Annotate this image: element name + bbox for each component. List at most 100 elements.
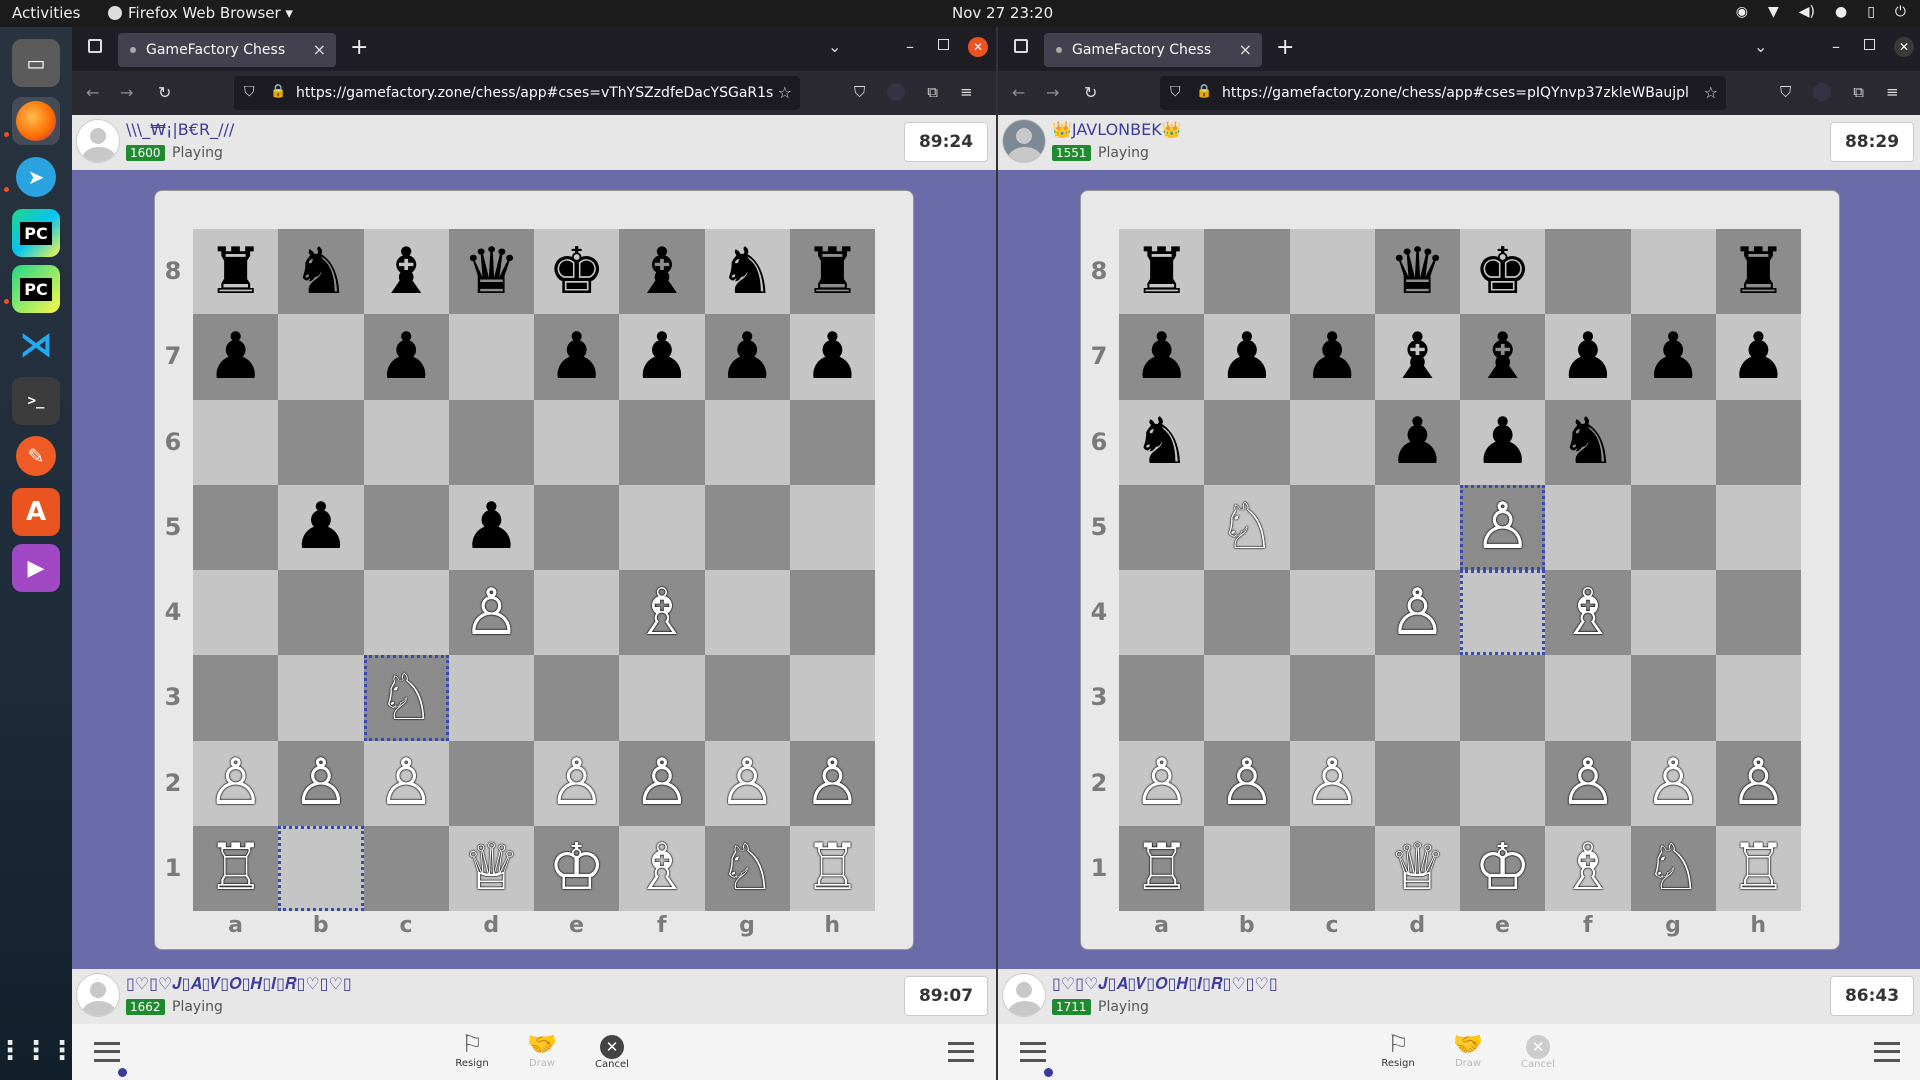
pycharm-icon[interactable]: PC: [12, 209, 60, 257]
black-pawn-piece[interactable]: ♟: [292, 495, 349, 559]
square-d8[interactable]: ♛: [448, 229, 534, 315]
square-d7[interactable]: [448, 314, 534, 400]
square-g4[interactable]: [704, 570, 790, 656]
square-b4[interactable]: [278, 570, 364, 656]
square-f2[interactable]: ♙: [619, 740, 705, 826]
square-f6[interactable]: [619, 399, 705, 485]
square-c3[interactable]: ♘: [363, 655, 449, 741]
square-b6[interactable]: [1204, 399, 1290, 485]
square-b1[interactable]: [1204, 825, 1290, 911]
cancel-button[interactable]: ✕ Cancel: [582, 1030, 642, 1070]
close-window-button[interactable]: ✕: [1894, 37, 1914, 57]
white-pawn-piece[interactable]: ♙: [292, 751, 349, 815]
url-bar[interactable]: ⛉ 🔒 https://gamefactory.zone/chess/app#c…: [1160, 76, 1726, 110]
black-pawn-piece[interactable]: ♟: [1389, 410, 1446, 474]
square-f3[interactable]: [1545, 655, 1631, 741]
square-c2[interactable]: ♙: [1289, 740, 1375, 826]
files-icon[interactable]: ▭: [12, 39, 60, 87]
reload-button[interactable]: ↻: [158, 83, 171, 102]
square-d2[interactable]: [448, 740, 534, 826]
square-d7[interactable]: ♝: [1374, 314, 1460, 400]
square-h1[interactable]: ♖: [789, 825, 875, 911]
black-pawn-piece[interactable]: ♟: [1303, 325, 1360, 389]
square-g4[interactable]: [1630, 570, 1716, 656]
black-pawn-piece[interactable]: ♟: [1559, 325, 1616, 389]
square-d4[interactable]: ♙: [1374, 570, 1460, 656]
square-e1[interactable]: ♔: [534, 825, 620, 911]
back-button[interactable]: ←: [86, 83, 99, 102]
postman-icon[interactable]: ✎: [12, 432, 60, 480]
account-icon[interactable]: [887, 83, 906, 101]
tab-gamefactory-chess[interactable]: GameFactory Chess ×: [1044, 33, 1262, 67]
square-a6[interactable]: ♞: [1119, 399, 1205, 485]
tab-list-icon[interactable]: [88, 39, 102, 53]
square-b8[interactable]: ♞: [278, 229, 364, 315]
square-b4[interactable]: [1204, 570, 1290, 656]
white-pawn-piece[interactable]: ♙: [1474, 495, 1531, 559]
new-tab-button[interactable]: +: [1276, 35, 1294, 60]
black-pawn-piece[interactable]: ♟: [463, 495, 520, 559]
square-g6[interactable]: [1630, 399, 1716, 485]
square-b5[interactable]: ♟: [278, 484, 364, 570]
draw-button[interactable]: 🤝 Draw: [1438, 1030, 1498, 1069]
square-c4[interactable]: [363, 570, 449, 656]
list-tabs-chevron-icon[interactable]: ⌄: [828, 37, 841, 56]
black-king-piece[interactable]: ♚: [548, 240, 605, 304]
square-d5[interactable]: ♟: [448, 484, 534, 570]
url-bar[interactable]: ⛉ 🔒 https://gamefactory.zone/chess/app#c…: [234, 76, 800, 110]
square-c6[interactable]: [1289, 399, 1375, 485]
square-c8[interactable]: [1289, 229, 1375, 315]
square-d3[interactable]: [448, 655, 534, 741]
square-h6[interactable]: [789, 399, 875, 485]
square-b3[interactable]: [278, 655, 364, 741]
square-a1[interactable]: ♖: [193, 825, 279, 911]
media-player-icon[interactable]: ▶: [12, 544, 60, 592]
square-h4[interactable]: [789, 570, 875, 656]
player-name[interactable]: ▯♡▯♡𝑱▯𝑨▯𝑽▯𝑶▯𝑯▯𝑰▯𝑹▯♡▯♡▯: [1052, 974, 1278, 994]
square-f5[interactable]: [1545, 484, 1631, 570]
square-f4[interactable]: ♗: [619, 570, 705, 656]
white-king-piece[interactable]: ♔: [1474, 836, 1531, 900]
black-bishop-piece[interactable]: ♝: [377, 240, 434, 304]
black-knight-piece[interactable]: ♞: [718, 240, 775, 304]
new-tab-button[interactable]: +: [350, 35, 368, 60]
black-knight-piece[interactable]: ♞: [1133, 410, 1190, 474]
extensions-icon[interactable]: ⧉: [927, 83, 938, 101]
square-c2[interactable]: ♙: [363, 740, 449, 826]
minimize-button[interactable]: –: [906, 37, 914, 56]
bookmark-star-icon[interactable]: ☆: [1699, 83, 1718, 102]
square-f8[interactable]: [1545, 229, 1631, 315]
square-c6[interactable]: [363, 399, 449, 485]
tab-close-icon[interactable]: ×: [313, 40, 326, 59]
white-pawn-piece[interactable]: ♙: [1730, 751, 1787, 815]
square-d3[interactable]: [1374, 655, 1460, 741]
black-pawn-piece[interactable]: ♟: [633, 325, 690, 389]
square-h8[interactable]: ♜: [789, 229, 875, 315]
square-a8[interactable]: ♜: [1119, 229, 1205, 315]
square-e5[interactable]: [534, 484, 620, 570]
square-h1[interactable]: ♖: [1715, 825, 1801, 911]
square-a2[interactable]: ♙: [1119, 740, 1205, 826]
black-queen-piece[interactable]: ♛: [1389, 240, 1446, 304]
resign-button[interactable]: ⚐ Resign: [1368, 1030, 1428, 1069]
white-pawn-piece[interactable]: ♙: [1389, 581, 1446, 645]
reload-button[interactable]: ↻: [1084, 83, 1097, 102]
forward-button[interactable]: →: [1046, 83, 1059, 102]
square-d5[interactable]: [1374, 484, 1460, 570]
white-bishop-piece[interactable]: ♗: [633, 581, 690, 645]
pycharm-community-icon[interactable]: PC: [12, 265, 60, 313]
telegram-icon[interactable]: ➤: [12, 153, 60, 201]
square-h2[interactable]: ♙: [789, 740, 875, 826]
square-e8[interactable]: ♚: [1460, 229, 1546, 315]
white-knight-piece[interactable]: ♘: [718, 836, 775, 900]
square-a4[interactable]: [193, 570, 279, 656]
square-f8[interactable]: ♝: [619, 229, 705, 315]
square-a1[interactable]: ♖: [1119, 825, 1205, 911]
tab-close-icon[interactable]: ×: [1239, 40, 1252, 59]
square-e8[interactable]: ♚: [534, 229, 620, 315]
square-d1[interactable]: ♕: [448, 825, 534, 911]
player-name[interactable]: ▯♡▯♡𝑱▯𝑨▯𝑽▯𝑶▯𝑯▯𝑰▯𝑹▯♡▯♡▯: [126, 974, 352, 994]
square-e6[interactable]: ♟: [1460, 399, 1546, 485]
square-a7[interactable]: ♟: [193, 314, 279, 400]
square-h5[interactable]: [1715, 484, 1801, 570]
